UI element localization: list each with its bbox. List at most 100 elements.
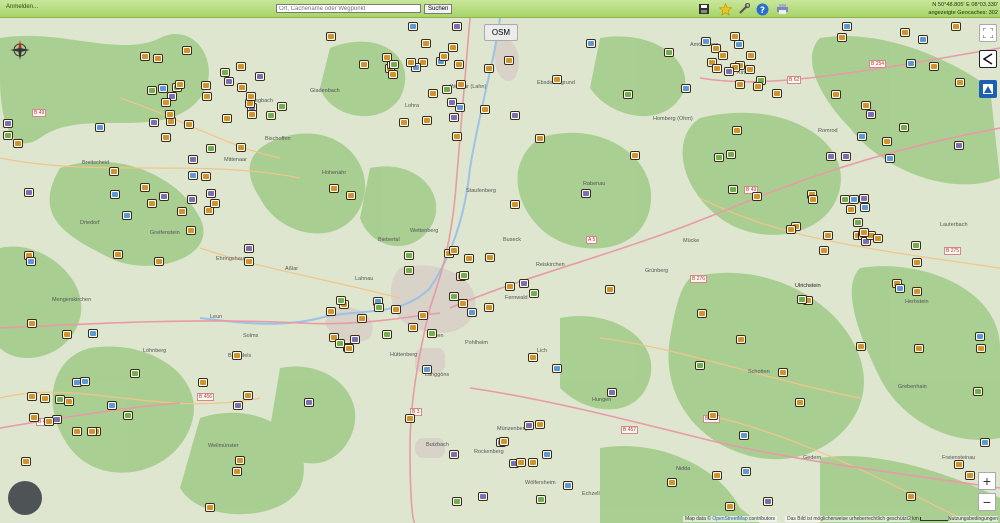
geocache-marker-icon[interactable] <box>139 52 150 62</box>
geocache-marker-icon[interactable] <box>457 298 468 308</box>
geocache-marker-icon[interactable] <box>797 295 808 305</box>
geocache-marker-icon[interactable] <box>418 311 429 321</box>
geocache-marker-icon[interactable] <box>697 309 708 319</box>
geocache-marker-icon[interactable] <box>727 185 738 195</box>
geocache-marker-icon[interactable] <box>390 305 401 315</box>
geocache-marker-icon[interactable] <box>865 109 876 119</box>
geocache-marker-icon[interactable] <box>231 467 242 477</box>
geocache-marker-icon[interactable] <box>245 99 256 109</box>
geocache-marker-icon[interactable] <box>422 115 433 125</box>
compass-icon[interactable] <box>8 38 32 62</box>
geocache-marker-icon[interactable] <box>725 501 736 511</box>
geocache-marker-icon[interactable] <box>723 66 734 76</box>
geocache-marker-icon[interactable] <box>535 134 546 144</box>
geocache-marker-icon[interactable] <box>235 142 246 152</box>
geocache-marker-icon[interactable] <box>712 64 723 74</box>
geocache-marker-icon[interactable] <box>899 123 910 133</box>
geocache-marker-icon[interactable] <box>745 51 756 60</box>
geocache-marker-icon[interactable] <box>823 231 834 241</box>
geocache-marker-icon[interactable] <box>233 400 244 410</box>
geocache-marker-icon[interactable] <box>202 92 213 102</box>
geocache-marker-icon[interactable] <box>778 368 789 378</box>
printer-icon[interactable] <box>775 2 789 16</box>
geocache-marker-icon[interactable] <box>451 496 462 506</box>
geocache-marker-icon[interactable] <box>382 330 393 340</box>
geocache-marker-icon[interactable] <box>447 42 458 52</box>
geocache-marker-icon[interactable] <box>106 400 117 410</box>
geocache-marker-icon[interactable] <box>243 243 254 253</box>
geocache-marker-icon[interactable] <box>200 81 211 91</box>
geocache-marker-icon[interactable] <box>917 34 928 44</box>
geocache-marker-icon[interactable] <box>454 60 465 70</box>
geocache-marker-icon[interactable] <box>841 22 852 31</box>
layer-switch-button[interactable]: OSM <box>484 24 518 41</box>
geocache-marker-icon[interactable] <box>528 458 539 468</box>
geocache-marker-icon[interactable] <box>422 364 433 374</box>
geocache-marker-icon[interactable] <box>95 123 106 133</box>
geocache-marker-icon[interactable] <box>161 132 172 142</box>
geocache-marker-icon[interactable] <box>404 265 415 275</box>
geocache-marker-icon[interactable] <box>510 199 521 209</box>
geocache-marker-icon[interactable] <box>852 217 863 227</box>
geocache-marker-icon[interactable] <box>972 387 983 397</box>
geocache-marker-icon[interactable] <box>535 495 546 505</box>
geocache-marker-icon[interactable] <box>581 188 592 198</box>
geocache-marker-icon[interactable] <box>516 457 527 467</box>
geocache-marker-icon[interactable] <box>519 278 530 288</box>
geocache-marker-icon[interactable] <box>165 110 176 120</box>
geocache-marker-icon[interactable] <box>247 109 258 119</box>
geocache-marker-icon[interactable] <box>109 166 120 176</box>
geocache-marker-icon[interactable] <box>201 171 212 181</box>
geocache-marker-icon[interactable] <box>848 194 859 204</box>
geocache-marker-icon[interactable] <box>255 72 266 82</box>
geocache-marker-icon[interactable] <box>427 89 438 99</box>
geocache-marker-icon[interactable] <box>771 88 782 98</box>
geocache-marker-icon[interactable] <box>586 39 597 49</box>
geocache-marker-icon[interactable] <box>2 118 13 128</box>
geocache-marker-icon[interactable] <box>235 62 246 72</box>
geocache-marker-icon[interactable] <box>110 190 121 200</box>
geocache-marker-icon[interactable] <box>714 153 725 163</box>
geocache-marker-icon[interactable] <box>325 31 336 41</box>
geocache-marker-icon[interactable] <box>244 257 255 267</box>
geocache-marker-icon[interactable] <box>629 150 640 160</box>
geocache-marker-icon[interactable] <box>276 102 287 112</box>
geocache-marker-icon[interactable] <box>452 131 463 141</box>
geocache-marker-icon[interactable] <box>175 79 186 89</box>
geocache-marker-icon[interactable] <box>666 478 677 488</box>
geocache-marker-icon[interactable] <box>206 143 217 153</box>
geocache-marker-icon[interactable] <box>140 183 151 193</box>
geocache-marker-icon[interactable] <box>914 344 925 354</box>
geocache-marker-icon[interactable] <box>730 31 741 41</box>
geocache-marker-icon[interactable] <box>26 256 37 266</box>
geocache-marker-icon[interactable] <box>826 152 837 162</box>
geocache-marker-icon[interactable] <box>459 270 470 280</box>
tools-icon[interactable] <box>737 2 751 16</box>
geocache-marker-icon[interactable] <box>404 413 415 423</box>
geocache-marker-icon[interactable] <box>373 303 384 313</box>
geocache-marker-icon[interactable] <box>71 427 82 437</box>
geocache-marker-icon[interactable] <box>265 111 276 121</box>
geocache-marker-icon[interactable] <box>856 131 867 141</box>
star-icon[interactable] <box>718 2 732 16</box>
geocache-marker-icon[interactable] <box>953 141 964 151</box>
geocache-marker-icon[interactable] <box>744 65 755 75</box>
geocache-marker-icon[interactable] <box>184 119 195 129</box>
geocache-marker-icon[interactable] <box>509 110 520 120</box>
geocache-marker-icon[interactable] <box>146 86 157 96</box>
geocache-marker-icon[interactable] <box>408 22 419 32</box>
zoom-out-button[interactable]: − <box>978 493 996 511</box>
geocache-marker-icon[interactable] <box>182 46 193 56</box>
geocache-marker-icon[interactable] <box>955 77 966 87</box>
geocache-marker-icon[interactable] <box>350 334 361 344</box>
geocache-marker-icon[interactable] <box>951 22 962 31</box>
geocache-marker-icon[interactable] <box>477 492 488 502</box>
geocache-marker-icon[interactable] <box>408 323 419 333</box>
geocache-marker-icon[interactable] <box>623 90 634 100</box>
geocache-marker-icon[interactable] <box>479 105 490 115</box>
geocache-marker-icon[interactable] <box>87 427 98 437</box>
geocache-marker-icon[interactable] <box>483 303 494 313</box>
geocache-marker-icon[interactable] <box>523 420 534 430</box>
geocache-marker-icon[interactable] <box>535 420 546 430</box>
geocache-marker-icon[interactable] <box>905 492 916 502</box>
